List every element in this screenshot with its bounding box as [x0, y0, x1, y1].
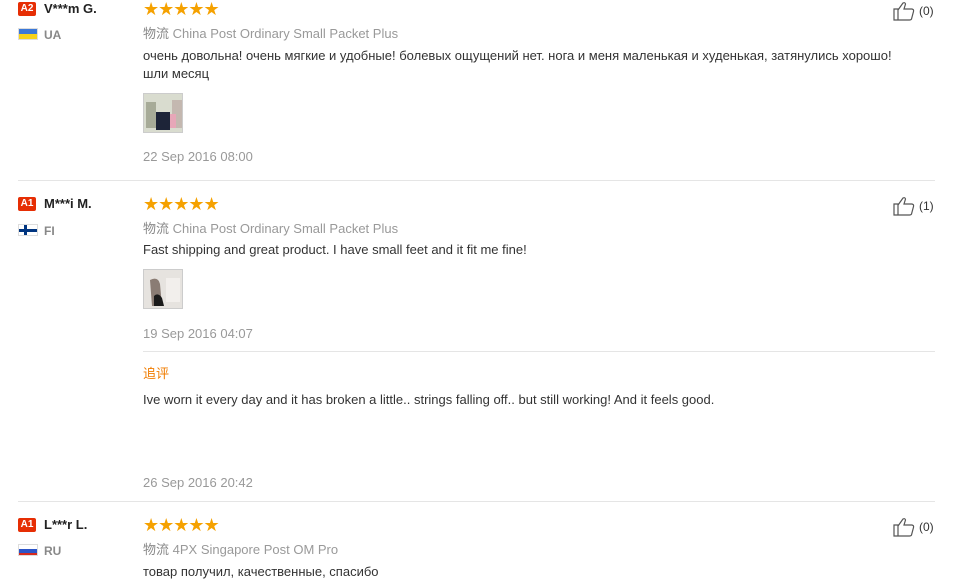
- thumbs-up-icon: [893, 2, 915, 21]
- review-date: 19 Sep 2016 04:07: [143, 326, 253, 341]
- buyer-level-badge: A2: [18, 2, 36, 16]
- buyer-name: V***m G.: [44, 1, 97, 16]
- shipping-name: China Post Ordinary Small Packet Plus: [172, 221, 399, 236]
- buyer-country: FI: [44, 224, 55, 238]
- review-photo[interactable]: [143, 93, 183, 133]
- flag-fi-icon: [18, 224, 38, 236]
- helpful-count: (0): [919, 520, 934, 534]
- review-text: товар получил, качественные, спасибо: [143, 564, 379, 579]
- thumbs-up-icon: [893, 518, 915, 537]
- rating-stars: ★★★★★: [143, 0, 220, 19]
- shipping-method: 物流 4PX Singapore Post OM Pro: [143, 539, 338, 558]
- review-date: 22 Sep 2016 08:00: [143, 149, 253, 164]
- shipping-name: China Post Ordinary Small Packet Plus: [172, 26, 399, 41]
- shipping-label: 物流: [143, 542, 170, 557]
- rating-stars: ★★★★★: [143, 515, 220, 535]
- buyer-name: M***i M.: [44, 196, 92, 211]
- review-text: Fast shipping and great product. I have …: [143, 242, 527, 257]
- review-photo[interactable]: [143, 269, 183, 309]
- helpful-button[interactable]: (1): [893, 196, 934, 216]
- followup-divider: [143, 351, 935, 352]
- rating-stars: ★★★★★: [143, 194, 220, 214]
- helpful-button[interactable]: (0): [893, 517, 934, 537]
- flag-ua-icon: [18, 28, 38, 40]
- buyer-level-badge: A1: [18, 518, 36, 532]
- followup-label: 追评: [143, 366, 170, 381]
- buyer-country: RU: [44, 544, 62, 558]
- shipping-method: 物流 China Post Ordinary Small Packet Plus: [143, 218, 398, 237]
- helpful-count: (0): [919, 4, 934, 18]
- shipping-name: 4PX Singapore Post OM Pro: [172, 542, 339, 557]
- shipping-method: 物流 China Post Ordinary Small Packet Plus: [143, 23, 398, 42]
- thumbs-up-icon: [893, 197, 915, 216]
- review-divider: [18, 180, 935, 181]
- helpful-button[interactable]: (0): [893, 1, 934, 21]
- followup-date: 26 Sep 2016 20:42: [143, 475, 253, 490]
- helpful-count: (1): [919, 199, 934, 213]
- buyer-level-badge: A1: [18, 197, 36, 211]
- review-divider: [18, 501, 935, 502]
- flag-ru-icon: [18, 544, 38, 556]
- buyer-country: UA: [44, 28, 62, 42]
- review-text: очень довольна! очень мягкие и удобные! …: [143, 48, 892, 81]
- shipping-label: 物流: [143, 26, 170, 41]
- followup-text: Ive worn it every day and it has broken …: [143, 392, 715, 407]
- buyer-name: L***r L.: [44, 517, 88, 532]
- shipping-label: 物流: [143, 221, 170, 236]
